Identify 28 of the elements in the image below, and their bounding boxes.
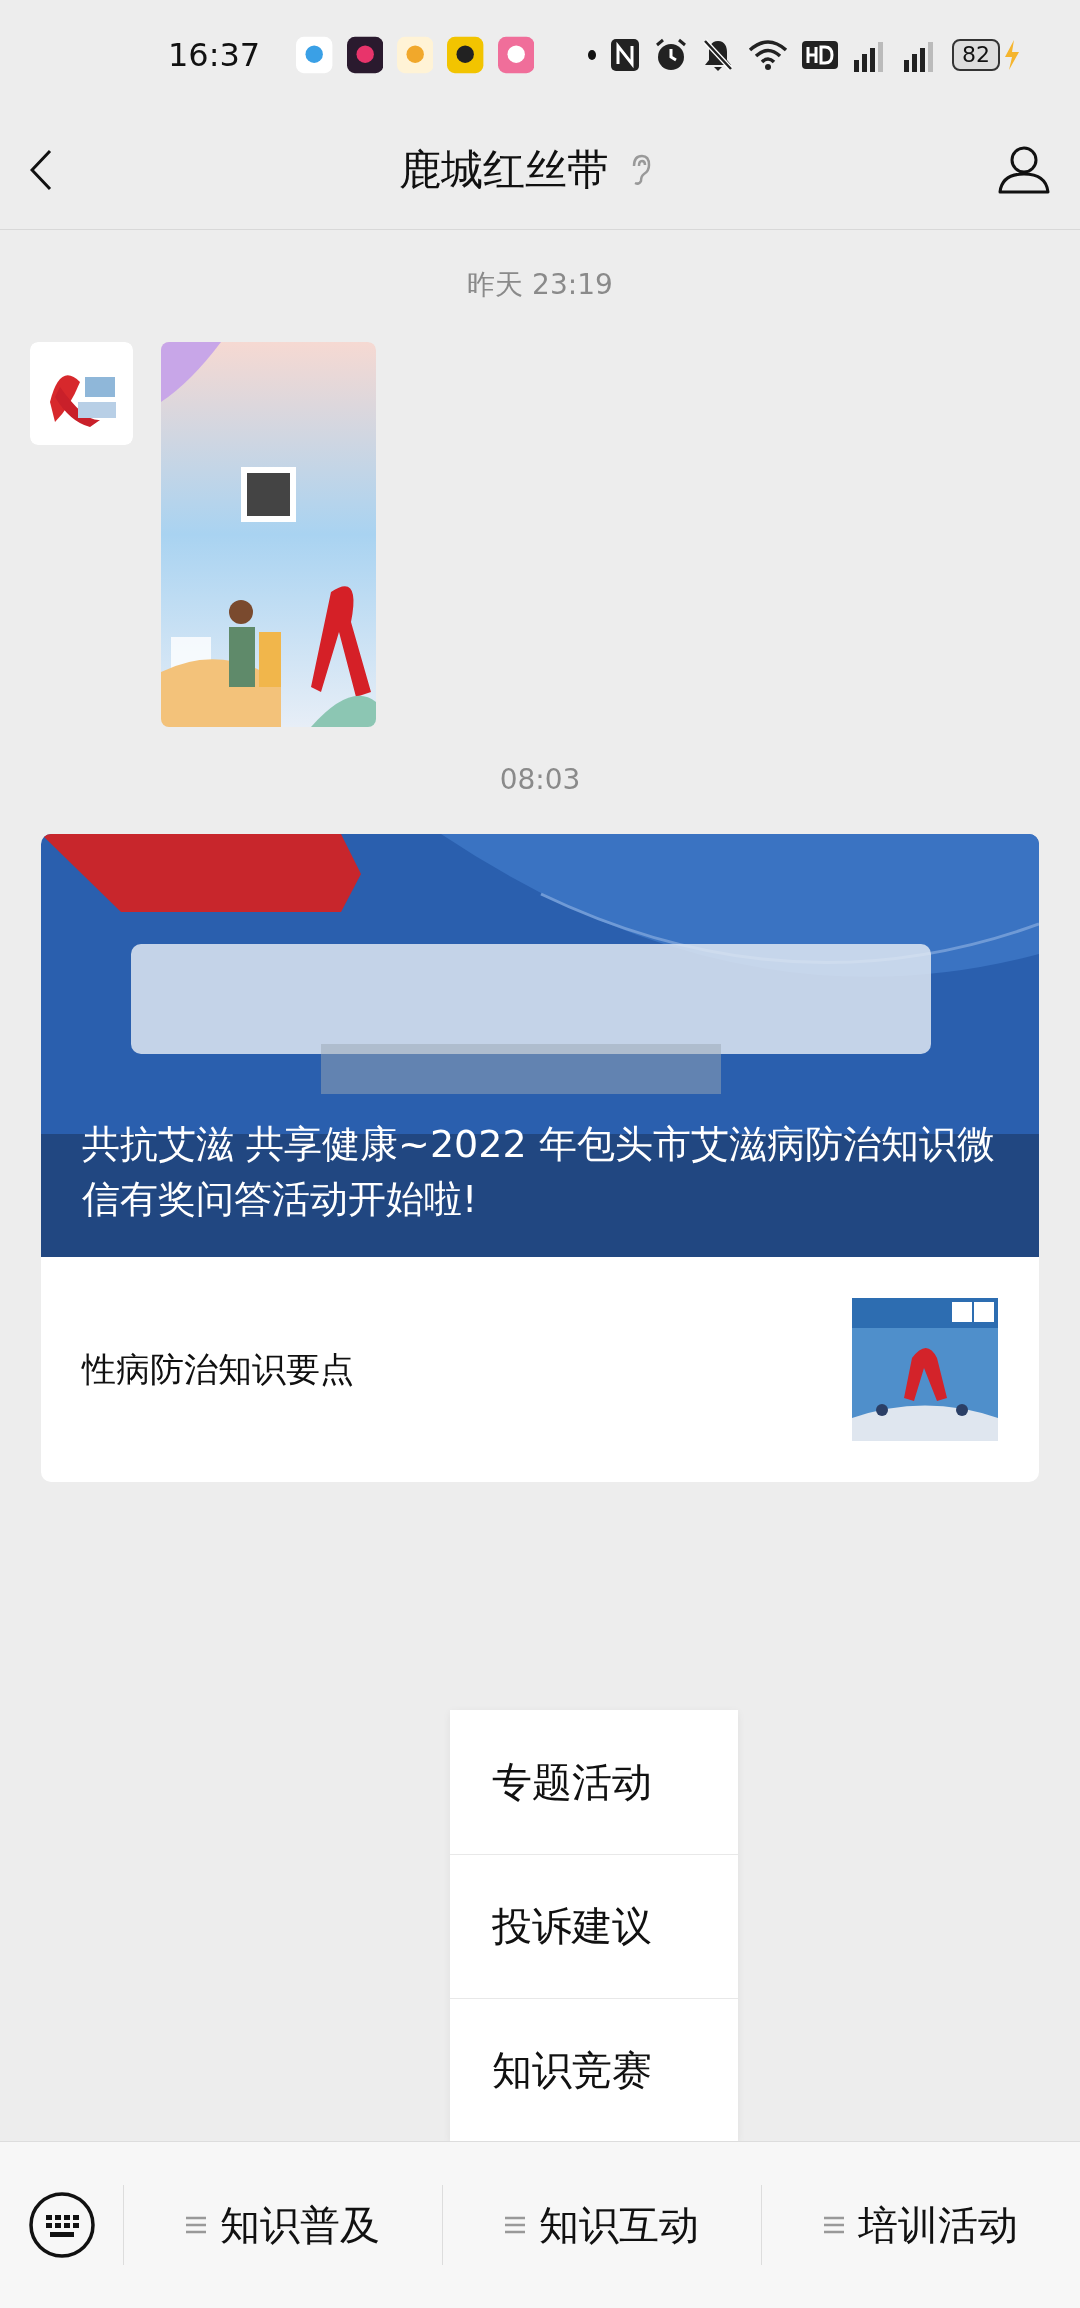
battery-level: 82 xyxy=(952,39,1000,71)
keyboard-icon[interactable] xyxy=(27,2191,96,2259)
notification-dot xyxy=(588,50,596,60)
chat-title: 鹿城红丝带 xyxy=(399,143,609,196)
menu-item[interactable]: 知识竞赛 xyxy=(450,1998,738,2142)
charging-icon xyxy=(1004,40,1020,70)
timestamp: 昨天 23:19 xyxy=(467,267,613,303)
menu-icon xyxy=(505,2216,525,2234)
menu-tab[interactable]: 培训活动 xyxy=(761,2185,1080,2265)
menu-tab[interactable]: 知识互动 xyxy=(442,2185,761,2265)
menu-tab[interactable]: 知识普及 xyxy=(123,2185,442,2265)
back-icon[interactable] xyxy=(30,148,52,191)
menu-item[interactable]: 专题活动 xyxy=(450,1710,738,1854)
hd-icon xyxy=(802,41,838,69)
menu-icon xyxy=(824,2216,844,2234)
ear-icon xyxy=(631,153,651,186)
profile-icon[interactable] xyxy=(998,145,1050,194)
mute-icon xyxy=(702,38,734,72)
article-subtitle: 性病防治知识要点 xyxy=(82,1347,355,1391)
article-title: 共抗艾滋 共享健康~2022 年包头市艾滋病防治知识微信有奖问答活动开始啦! xyxy=(82,1121,996,1223)
status-time: 16:37 xyxy=(168,36,261,74)
wifi-icon xyxy=(748,40,788,70)
menu-item[interactable]: 投诉建议 xyxy=(450,1854,738,1998)
alarm-icon xyxy=(654,38,688,72)
menu-icon xyxy=(186,2216,206,2234)
article-card[interactable]: 共抗艾滋 共享健康~2022 年包头市艾滋病防治知识微信有奖问答活动开始啦! 性病防治知识要点 xyxy=(41,834,1039,1482)
timestamp: 08:03 xyxy=(499,763,581,796)
nfc-icon xyxy=(610,38,640,72)
